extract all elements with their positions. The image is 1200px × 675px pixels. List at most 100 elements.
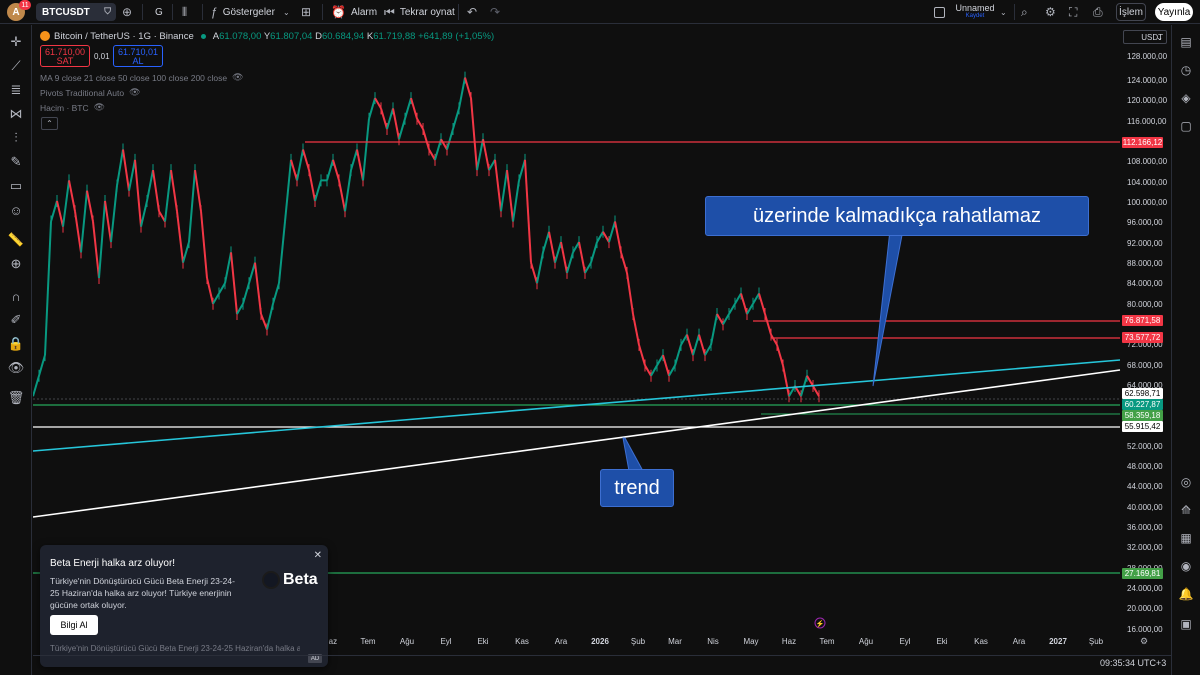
price-tick-label: 96.000,00 — [1127, 218, 1163, 227]
undo-icon[interactable]: ↶ — [467, 3, 477, 21]
price-segment — [806, 375, 814, 387]
lock-drawing-icon[interactable]: ✐ — [7, 311, 25, 329]
indicators-button[interactable]: ƒ Göstergeler ⌄ — [211, 3, 290, 21]
compass-icon[interactable]: ◎ — [1177, 473, 1195, 491]
zoom-in-icon[interactable]: ⊕ — [7, 255, 25, 273]
fib-icon[interactable]: ⫶ — [7, 129, 25, 147]
layout-name[interactable]: Unnamed Kaydet — [955, 3, 995, 23]
price-segment — [584, 262, 592, 274]
price-segment — [620, 252, 628, 274]
price-segment — [338, 180, 346, 212]
time-tick-label: Ara — [554, 637, 568, 646]
magnet-icon[interactable]: ∩ — [7, 287, 25, 305]
buy-button[interactable]: 61.710,01 AL — [113, 45, 163, 67]
price-segment — [38, 354, 46, 376]
candle-type-icon[interactable]: ⫴ — [182, 3, 187, 21]
text-note-icon[interactable]: ▭ — [7, 177, 25, 195]
redo-icon[interactable]: ↷ — [490, 3, 500, 21]
time-tick-label: 2026 — [591, 637, 609, 646]
price-segment — [332, 159, 340, 181]
broadcast-icon[interactable]: ◉ — [1177, 557, 1195, 575]
eye-icon[interactable]: 👁 — [94, 102, 105, 113]
help-icon[interactable]: ▣ — [1177, 615, 1195, 633]
indicator-ma[interactable]: MA 9 close 21 close 50 close 100 close 2… — [40, 72, 244, 83]
price-series — [33, 71, 820, 403]
layers-icon[interactable]: ◈ — [1177, 89, 1195, 107]
beta-logo-text: Beta — [283, 571, 318, 588]
price-tick-label: 120.000,00 — [1127, 96, 1168, 105]
time-tick-label: Şub — [630, 637, 646, 646]
quick-search-icon[interactable]: ⌕ — [1021, 3, 1028, 21]
price-segment — [686, 334, 694, 356]
market-open-dot-icon — [200, 33, 206, 39]
indicator-volume[interactable]: Hacim · BTC 👁 — [40, 102, 105, 113]
close-icon[interactable]: ✕ — [314, 550, 322, 561]
price-segment — [776, 344, 784, 366]
notifications-bell-icon[interactable]: 🔔 — [1177, 585, 1195, 603]
trade-button[interactable]: İşlem — [1116, 3, 1146, 21]
price-segment — [134, 159, 142, 227]
camera-icon[interactable]: ⎙ — [1093, 3, 1103, 21]
ad-popup[interactable]: Beta Enerji halka arz oluyor! ✕ Türkiye'… — [40, 545, 328, 667]
ideas-icon[interactable]: ⟰ — [1177, 501, 1195, 519]
price-segment — [272, 282, 280, 305]
chevron-down-icon: ⌄ — [1156, 32, 1163, 42]
crosshair-icon[interactable]: ✛ — [7, 33, 25, 51]
replay-button[interactable]: ⏮ Tekrar oynat — [384, 3, 455, 21]
annotation-upper[interactable]: üzerinde kalmadıkça rahatlamaz — [705, 196, 1089, 236]
alarm-button[interactable]: ⏰ Alarm — [331, 3, 377, 21]
collapse-legend-icon[interactable]: ⌃ — [41, 117, 58, 130]
settings-gear-icon[interactable]: ⚙ — [1045, 3, 1056, 21]
legend-ohlc: A61.078,00 Y61.807,04 D60.684,94 K61.719… — [212, 30, 495, 42]
trash-icon[interactable]: 🗑 — [7, 389, 25, 407]
indicator-pivots[interactable]: Pivots Traditional Auto 👁 — [40, 87, 141, 98]
divider — [172, 4, 173, 20]
eye-icon[interactable]: 👁 — [232, 72, 243, 83]
price-segment — [752, 292, 760, 305]
price-segment — [662, 354, 670, 376]
price-segment — [680, 334, 688, 346]
time-tick-label: Nis — [707, 637, 719, 646]
watchlist-icon[interactable]: ▤ — [1177, 33, 1195, 51]
price-segment — [548, 231, 556, 263]
price-segment — [122, 149, 130, 191]
layout-checkbox-icon[interactable] — [934, 3, 945, 21]
white-trend-line[interactable] — [33, 369, 1121, 518]
divider — [458, 4, 459, 20]
currency-selector[interactable]: USDT ⌄ — [1123, 30, 1167, 44]
publish-button[interactable]: Yayınla — [1155, 3, 1193, 21]
alerts-clock-icon[interactable]: ◷ — [1177, 61, 1195, 79]
layout-chevron-icon[interactable]: ⌄ — [1000, 3, 1007, 21]
interval-button[interactable]: G — [155, 3, 163, 21]
sell-button[interactable]: 61.710,00 SAT — [40, 45, 90, 67]
price-level-tag: 76.871,58 — [1122, 314, 1163, 326]
templates-grid-icon[interactable]: ⊞ — [301, 3, 311, 21]
price-segment — [164, 169, 172, 222]
fullscreen-icon[interactable]: ⛶ — [1069, 3, 1077, 21]
chat-icon[interactable]: ▢ — [1177, 117, 1195, 135]
ad-info-button[interactable]: Bilgi Al — [50, 615, 98, 635]
calendar-icon[interactable]: ▦ — [1177, 529, 1195, 547]
lock-icon[interactable]: 🔒 — [7, 335, 25, 353]
time-tick-label: Eki — [936, 637, 948, 646]
annotation-trend[interactable]: trend — [600, 469, 674, 507]
compare-plus-icon[interactable]: ⊕ — [122, 3, 132, 21]
time-tick-label: Eki — [477, 637, 489, 646]
eye-icon[interactable]: 👁 — [129, 87, 140, 98]
emoji-icon[interactable]: ☺ — [7, 201, 25, 219]
price-segment — [50, 200, 58, 222]
price-segment — [626, 272, 634, 315]
pattern-icon[interactable]: ⋈ — [7, 105, 25, 123]
price-segment — [398, 118, 406, 140]
horizontal-lines-icon[interactable]: ≣ — [7, 81, 25, 99]
trend-line-icon[interactable]: ⟋ — [7, 57, 25, 75]
brush-icon[interactable]: ✎ — [7, 153, 25, 171]
lower-callout-pointer — [622, 437, 644, 472]
ruler-icon[interactable]: 📏 — [7, 231, 25, 249]
price-tick-label: 24.000,00 — [1127, 584, 1163, 593]
time-tick-label: Ağu — [858, 637, 874, 646]
axis-settings-icon[interactable]: ⚙ — [1140, 636, 1148, 647]
symbol-search[interactable]: BTCUSDT ⛉ — [36, 3, 116, 21]
price-segment — [464, 77, 472, 99]
visibility-eye-icon[interactable]: 👁 — [7, 359, 25, 377]
